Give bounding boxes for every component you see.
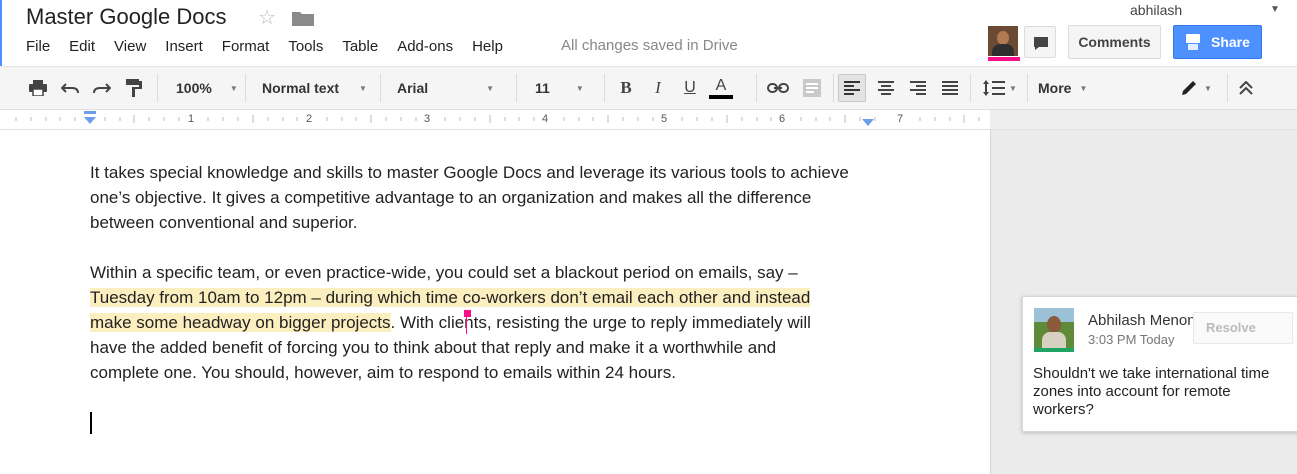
paragraph-style-select[interactable]: Normal text ▼ [262, 67, 367, 109]
ruler-ticks [15, 115, 980, 123]
commenter-avatar [1034, 308, 1074, 348]
ruler-number: 5 [661, 113, 668, 125]
ruler-right-gutter [990, 110, 1297, 130]
account-caret-icon[interactable]: ▼ [1270, 4, 1280, 15]
paint-format-icon[interactable] [122, 76, 146, 100]
ruler-number: 6 [779, 113, 786, 125]
menu-bar: File Edit View Insert Format Tools Table… [26, 38, 522, 58]
more-caret-icon: ▼ [1079, 83, 1088, 93]
more-menu[interactable]: More ▼ [1038, 67, 1087, 109]
text-color-icon[interactable]: A [709, 76, 733, 100]
font-size-select[interactable]: 11 ▼ [535, 67, 584, 109]
comments-button[interactable]: Comments [1068, 25, 1161, 59]
document-title[interactable]: Master Google Docs [26, 4, 227, 30]
star-icon[interactable]: ☆ [258, 5, 276, 30]
left-indent-marker[interactable] [84, 117, 96, 124]
menu-addons[interactable]: Add-ons [397, 38, 453, 58]
align-justify-icon[interactable] [938, 76, 962, 100]
link-icon[interactable] [766, 76, 790, 100]
editing-mode-icon[interactable]: ▼ [1176, 76, 1216, 100]
comment-timestamp: 3:03 PM Today [1088, 332, 1175, 347]
collaborator-avatar[interactable] [988, 26, 1018, 56]
menu-view[interactable]: View [114, 38, 146, 58]
underline-icon[interactable]: U [678, 76, 702, 100]
align-center-icon[interactable] [874, 76, 898, 100]
account-name[interactable]: abhilash [1130, 2, 1182, 18]
ruler[interactable]: 1 2 3 4 5 6 7 [0, 110, 990, 130]
zoom-select[interactable]: 100% ▼ [176, 67, 238, 109]
align-left-icon[interactable] [838, 74, 866, 102]
align-right-icon[interactable] [906, 76, 930, 100]
insert-comment-icon[interactable] [800, 76, 824, 100]
paragraph-2-line-1: Within a specific team, or even practice… [90, 263, 798, 282]
size-caret-icon: ▼ [575, 83, 584, 93]
commented-text[interactable]: Tuesday from 10am to 12pm – during which… [90, 288, 811, 307]
document-page[interactable]: It takes special knowledge and skills to… [0, 130, 990, 474]
ruler-number: 2 [306, 113, 313, 125]
ruler-number: 4 [542, 113, 549, 125]
save-status: All changes saved in Drive [561, 37, 738, 54]
bold-icon[interactable]: B [614, 76, 638, 100]
ruler-number: 3 [424, 113, 431, 125]
share-button-label: Share [1211, 34, 1250, 50]
collapse-menus-icon[interactable] [1234, 76, 1258, 100]
line-spacing-icon[interactable]: ▼ [980, 76, 1020, 100]
font-size-value: 11 [535, 80, 550, 96]
menu-file[interactable]: File [26, 38, 50, 58]
chat-icon [1034, 37, 1048, 50]
right-indent-marker[interactable] [862, 119, 874, 126]
zoom-caret-icon: ▼ [229, 83, 238, 93]
paragraph-1[interactable]: It takes special knowledge and skills to… [90, 160, 880, 235]
text-caret [90, 412, 92, 434]
menu-edit[interactable]: Edit [69, 38, 95, 58]
resolve-button[interactable]: Resolve [1193, 312, 1293, 344]
docs-header: Master Google Docs ☆ File Edit View Inse… [0, 0, 1297, 66]
paragraph-2[interactable]: Within a specific team, or even practice… [90, 260, 880, 385]
redo-icon[interactable] [90, 76, 114, 100]
menu-insert[interactable]: Insert [165, 38, 203, 58]
style-caret-icon: ▼ [359, 83, 367, 93]
paragraph-2-line-5: complete one. You should, however, aim t… [90, 363, 676, 382]
italic-icon[interactable]: I [646, 76, 670, 100]
share-button[interactable]: Share [1173, 25, 1262, 59]
header-accent [0, 0, 2, 66]
menu-format[interactable]: Format [222, 38, 270, 58]
format-toolbar: 100% ▼ Normal text ▼ Arial ▼ 11 ▼ B I U … [0, 66, 1297, 110]
paragraph-2-line-3: . With clients, resisting the urge to re… [390, 313, 811, 332]
menu-table[interactable]: Table [342, 38, 378, 58]
comment-text: Shouldn't we take international time zon… [1033, 365, 1270, 418]
share-people-icon [1186, 34, 1200, 50]
ruler-number: 7 [897, 113, 904, 125]
zoom-value: 100% [176, 80, 212, 96]
comment-author: Abhilash Menon [1088, 312, 1196, 329]
google-docs-window: Master Google Docs ☆ File Edit View Inse… [0, 0, 1297, 474]
commenter-color-bar [1034, 348, 1074, 352]
collaborator-color-bar [988, 57, 1020, 61]
menu-help[interactable]: Help [472, 38, 503, 58]
folder-icon[interactable] [292, 10, 314, 26]
menu-tools[interactable]: Tools [288, 38, 323, 58]
paragraph-style-value: Normal text [262, 80, 340, 96]
font-value: Arial [397, 80, 429, 96]
font-select[interactable]: Arial ▼ [397, 67, 494, 109]
chat-button[interactable] [1024, 26, 1056, 58]
print-icon[interactable] [26, 76, 50, 100]
collaborator-cursor [466, 310, 467, 334]
more-label: More [1038, 80, 1072, 96]
undo-icon[interactable] [58, 76, 82, 100]
commented-text-end[interactable]: make some headway on bigger projects [90, 313, 391, 332]
ruler-number: 1 [188, 113, 195, 125]
paragraph-2-line-4: have the added benefit of forcing you to… [90, 338, 777, 357]
font-caret-icon: ▼ [486, 83, 495, 93]
first-line-indent-marker[interactable] [84, 111, 96, 114]
